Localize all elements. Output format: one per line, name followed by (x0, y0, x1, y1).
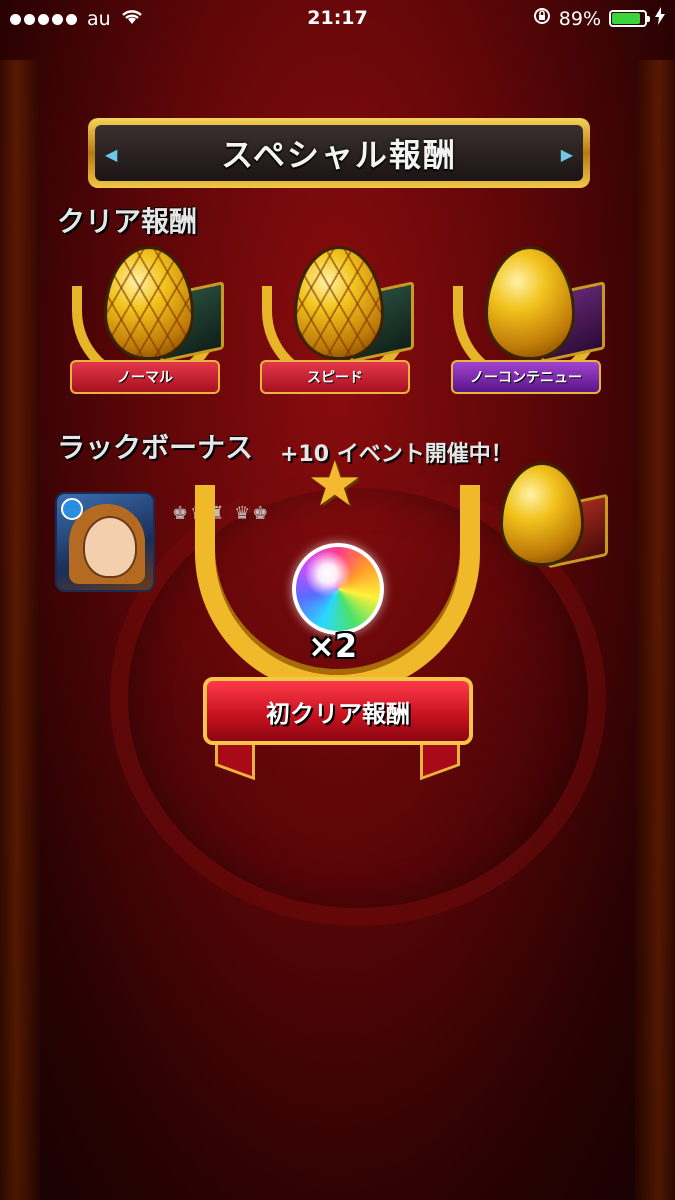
egg-icon (485, 246, 575, 360)
award-count: ×2 (308, 627, 358, 665)
rotation-lock-icon (533, 7, 551, 30)
avatar[interactable] (55, 492, 155, 592)
frame-right-decoration (635, 60, 675, 1200)
header-right-arrow-icon: ▶ (560, 145, 573, 164)
battery-percent: 89% (558, 7, 601, 30)
header-left-arrow-icon: ◀ (105, 145, 118, 164)
page-title: スペシャル報酬 (221, 136, 457, 174)
reward-medal-no-continue[interactable]: ノーコンテニュー (443, 246, 613, 416)
egg-icon (500, 462, 584, 566)
status-bar: au 21:17 89% (0, 0, 675, 38)
luck-reward-chest[interactable] (490, 462, 620, 592)
reward-ribbon: ノーマル (70, 360, 220, 394)
reward-medal-speed[interactable]: スピード (252, 246, 422, 416)
egg-icon (294, 246, 384, 360)
element-badge-icon (61, 498, 83, 520)
reward-ribbon: スピード (260, 360, 410, 394)
first-clear-award-popup[interactable]: ★ ×2 初クリア報酬 (175, 447, 500, 785)
award-banner-text: 初クリア報酬 (266, 699, 410, 728)
rainbow-orb-icon (292, 543, 384, 635)
frame-left-decoration (0, 60, 40, 1200)
reward-ribbon: ノーコンテニュー (451, 360, 601, 394)
clear-reward-label: クリア報酬 (57, 205, 198, 238)
award-banner: 初クリア報酬 (203, 677, 473, 745)
reward-medal-normal[interactable]: ノーマル (62, 246, 232, 416)
charging-bolt-icon (655, 7, 665, 30)
special-reward-header: ◀ スペシャル報酬 ▶ (88, 118, 590, 188)
egg-icon (104, 246, 194, 360)
star-icon: ★ (307, 447, 363, 520)
battery-icon (609, 10, 650, 27)
